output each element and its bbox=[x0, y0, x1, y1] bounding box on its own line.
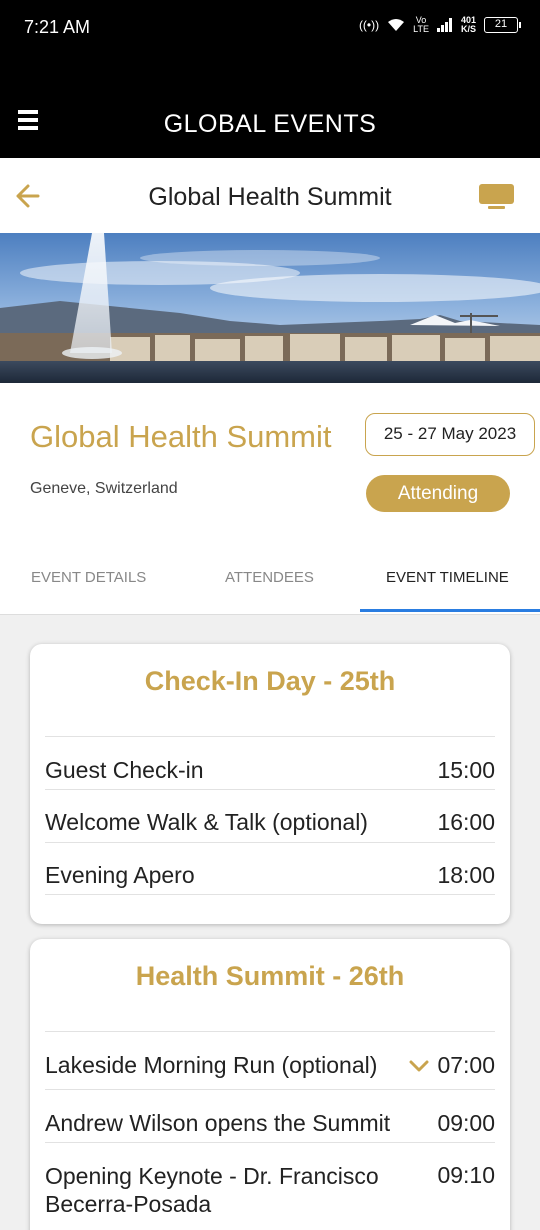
chevron-down-icon[interactable] bbox=[409, 1059, 429, 1073]
page-header: Global Health Summit bbox=[0, 158, 540, 233]
timeline-day-card: Check-In Day - 25th Guest Check-in 15:00… bbox=[30, 644, 510, 924]
event-hero-image bbox=[0, 233, 540, 383]
page-title: Global Health Summit bbox=[148, 183, 392, 211]
battery-icon: 21 bbox=[484, 17, 521, 33]
event-item-label: Opening Keynote - Dr. Francisco Becerra-… bbox=[45, 1163, 379, 1217]
event-item-time: 09:00 bbox=[437, 1110, 495, 1136]
event-item-time: 18:00 bbox=[437, 862, 495, 888]
status-icons: ((•)) Vo LTE 401 K/S 21 bbox=[358, 15, 521, 34]
app-title: GLOBAL EVENTS bbox=[163, 110, 377, 138]
active-tab-indicator bbox=[360, 609, 540, 612]
status-bar: 7:21 AM ((•)) Vo LTE 401 K/S 21 bbox=[0, 0, 540, 56]
event-item-time: 09:10 bbox=[437, 1162, 495, 1188]
tab-event-timeline[interactable]: EVENT TIMELINE bbox=[386, 569, 509, 586]
event-dates: 25 - 27 May 2023 bbox=[365, 413, 535, 456]
event-location: Geneve, Switzerland bbox=[30, 480, 178, 497]
timeline-row[interactable]: Opening Keynote - Dr. Francisco Becerra-… bbox=[45, 1142, 495, 1230]
timeline-day-card: Health Summit - 26th Lakeside Morning Ru… bbox=[30, 939, 510, 1230]
wifi-icon bbox=[388, 19, 405, 31]
event-item-label: Evening Apero bbox=[45, 862, 195, 888]
app-bar: GLOBAL EVENTS bbox=[0, 56, 540, 158]
event-item-label: Guest Check-in bbox=[45, 757, 204, 783]
row-divider bbox=[45, 894, 495, 895]
attending-button[interactable]: Attending bbox=[366, 475, 510, 512]
event-item-label: Andrew Wilson opens the Summit bbox=[45, 1110, 391, 1136]
hotspot-icon: ((•)) bbox=[358, 18, 380, 32]
status-time: 7:21 AM bbox=[24, 17, 91, 37]
timeline-row[interactable]: Lakeside Morning Run (optional) 07:00 bbox=[45, 1031, 495, 1089]
event-info: Global Health Summit 25 - 27 May 2023 Ge… bbox=[0, 383, 540, 615]
network-speed: 401 K/S bbox=[460, 15, 476, 34]
event-item-time: 15:00 bbox=[437, 757, 495, 783]
geneva-lake-image bbox=[0, 233, 540, 383]
timeline-row[interactable]: Andrew Wilson opens the Summit 09:00 bbox=[45, 1089, 495, 1142]
day-title: Check-In Day - 25th bbox=[144, 666, 396, 696]
timeline-row[interactable]: Guest Check-in 15:00 bbox=[45, 736, 495, 789]
timeline-row[interactable]: Welcome Walk & Talk (optional) 16:00 bbox=[45, 789, 495, 842]
signal-icon bbox=[436, 18, 452, 32]
event-item-time: 07:00 bbox=[437, 1052, 495, 1078]
event-name: Global Health Summit bbox=[30, 419, 332, 454]
timeline-row[interactable]: Evening Apero 18:00 bbox=[45, 842, 495, 894]
tv-screen-icon[interactable] bbox=[479, 184, 514, 210]
tab-attendees[interactable]: ATTENDEES bbox=[225, 569, 314, 586]
tab-event-details[interactable]: EVENT DETAILS bbox=[31, 569, 146, 586]
event-item-label: Lakeside Morning Run (optional) bbox=[45, 1052, 378, 1078]
day-title: Health Summit - 26th bbox=[135, 961, 405, 991]
event-item-label: Welcome Walk & Talk (optional) bbox=[45, 809, 368, 835]
volte-label: Vo LTE bbox=[413, 15, 429, 34]
event-item-time: 16:00 bbox=[437, 809, 495, 835]
